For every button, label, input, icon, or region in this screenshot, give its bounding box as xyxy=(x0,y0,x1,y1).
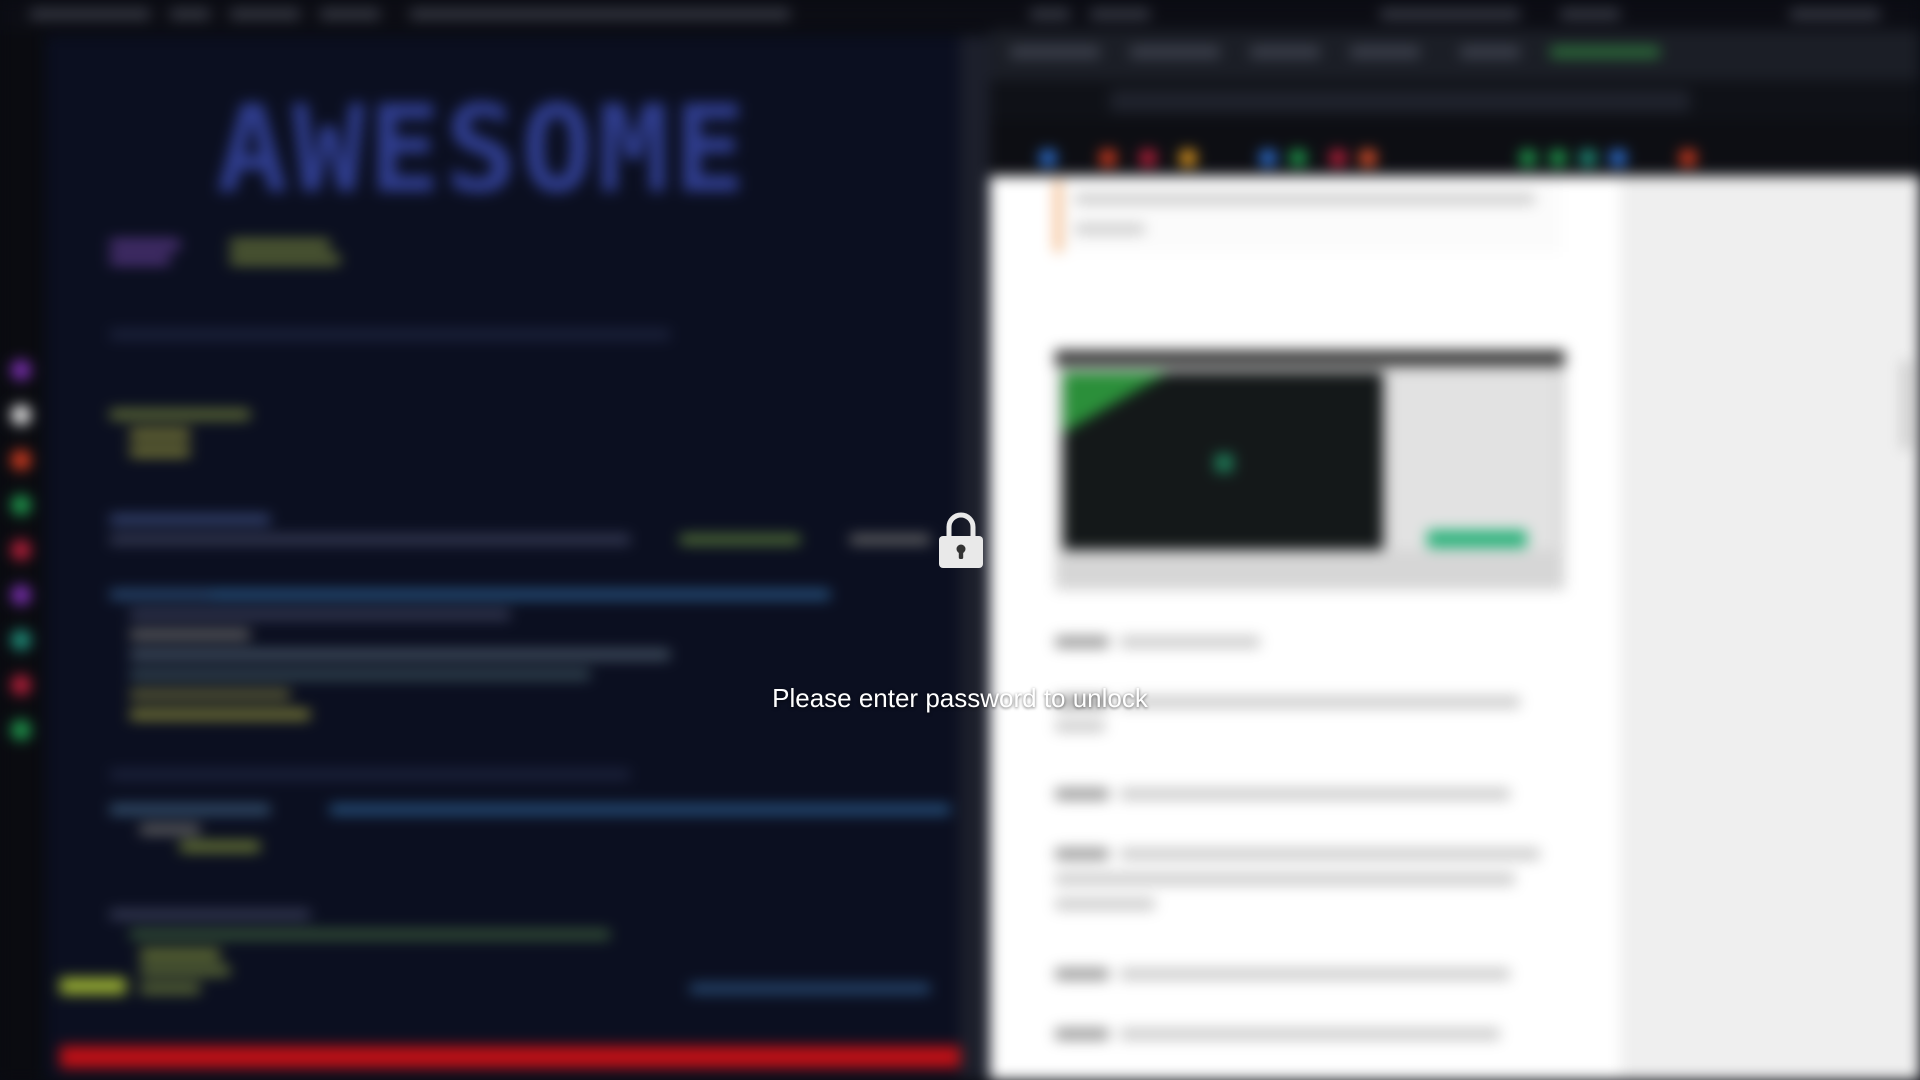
dock-app-icon xyxy=(11,450,31,470)
code-line xyxy=(110,255,170,264)
article-screenshot xyxy=(1055,350,1565,590)
dock-app-icon xyxy=(11,495,31,515)
top-bar xyxy=(0,0,1920,30)
code-line xyxy=(110,535,630,544)
dock-app-icon xyxy=(11,630,31,650)
code-line xyxy=(110,410,250,419)
code-line xyxy=(140,950,220,959)
dock-app-icon xyxy=(11,540,31,560)
code-line xyxy=(110,770,630,779)
scrollbar xyxy=(1902,360,1910,450)
code-line xyxy=(210,590,830,599)
code-line xyxy=(130,430,190,439)
dock xyxy=(0,30,42,1080)
code-line xyxy=(140,825,200,834)
code-line xyxy=(130,930,610,939)
code-line xyxy=(110,590,210,599)
padlock-icon xyxy=(939,512,983,568)
code-line xyxy=(230,255,340,264)
code-line xyxy=(110,240,180,249)
dock-app-icon xyxy=(11,720,31,740)
browser-window xyxy=(990,30,1920,1080)
code-line xyxy=(130,650,670,659)
code-line xyxy=(680,535,800,544)
code-line xyxy=(110,515,270,524)
code-line xyxy=(330,805,950,814)
terminal-window: AWESOME xyxy=(46,36,976,1080)
browser-tab-bar xyxy=(990,30,1920,80)
code-line xyxy=(140,966,230,975)
dock-app-icon xyxy=(11,360,31,380)
unlock-prompt: Please enter password to unlock xyxy=(772,683,1148,713)
article-content xyxy=(990,176,1620,1080)
code-line xyxy=(130,630,250,639)
code-line xyxy=(140,984,200,993)
code-line xyxy=(130,610,510,619)
side-panel xyxy=(1620,176,1920,1080)
code-line xyxy=(110,910,310,919)
code-line xyxy=(130,447,190,456)
terminal-status-line xyxy=(60,1046,980,1068)
code-line xyxy=(110,330,670,339)
terminal-mode-indicator xyxy=(60,978,126,994)
code-line xyxy=(130,670,590,679)
code-line xyxy=(230,240,330,249)
code-line xyxy=(850,535,930,544)
code-line xyxy=(110,805,270,814)
note-callout xyxy=(1055,180,1561,252)
address-bar xyxy=(1110,90,1690,112)
code-line xyxy=(180,842,260,851)
terminal-banner: AWESOME xyxy=(216,81,750,220)
dock-app-icon xyxy=(11,405,31,425)
code-line xyxy=(690,984,930,993)
dock-app-icon xyxy=(11,585,31,605)
bookmarks-bar xyxy=(990,120,1920,176)
